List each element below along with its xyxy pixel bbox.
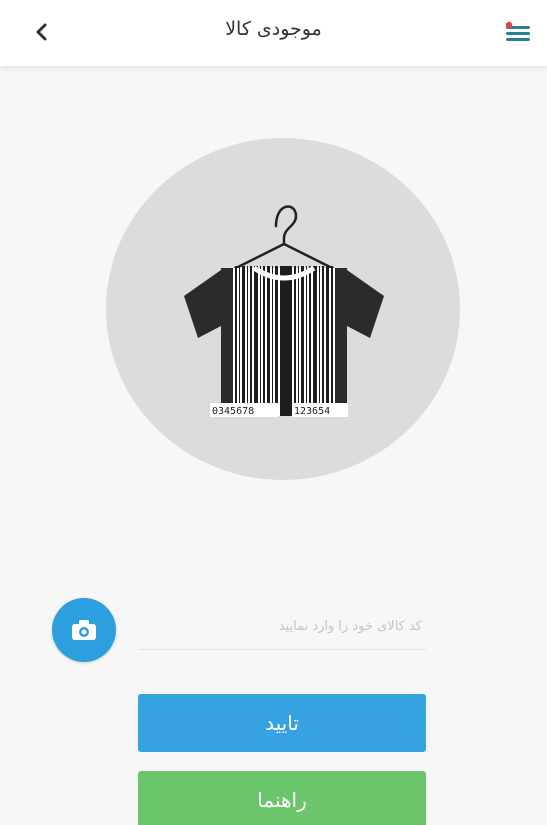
barcode-shirt-icon: 0345678 123654 [106,138,460,480]
camera-scan-button[interactable] [52,598,116,662]
menu-icon [505,21,530,41]
barcode-digits-left: 0345678 [212,406,254,417]
camera-icon [72,620,96,640]
barcode-digits-right: 123654 [294,406,330,417]
product-code-input[interactable] [138,604,426,650]
menu-button[interactable] [498,14,538,50]
app-header: موجودی کالا [0,0,547,66]
guide-button[interactable]: راهنما [138,771,426,825]
page-title: موجودی کالا [225,18,322,40]
confirm-button[interactable]: تایید [138,694,426,752]
barcode-shirt-illustration: 0345678 123654 [106,138,460,480]
